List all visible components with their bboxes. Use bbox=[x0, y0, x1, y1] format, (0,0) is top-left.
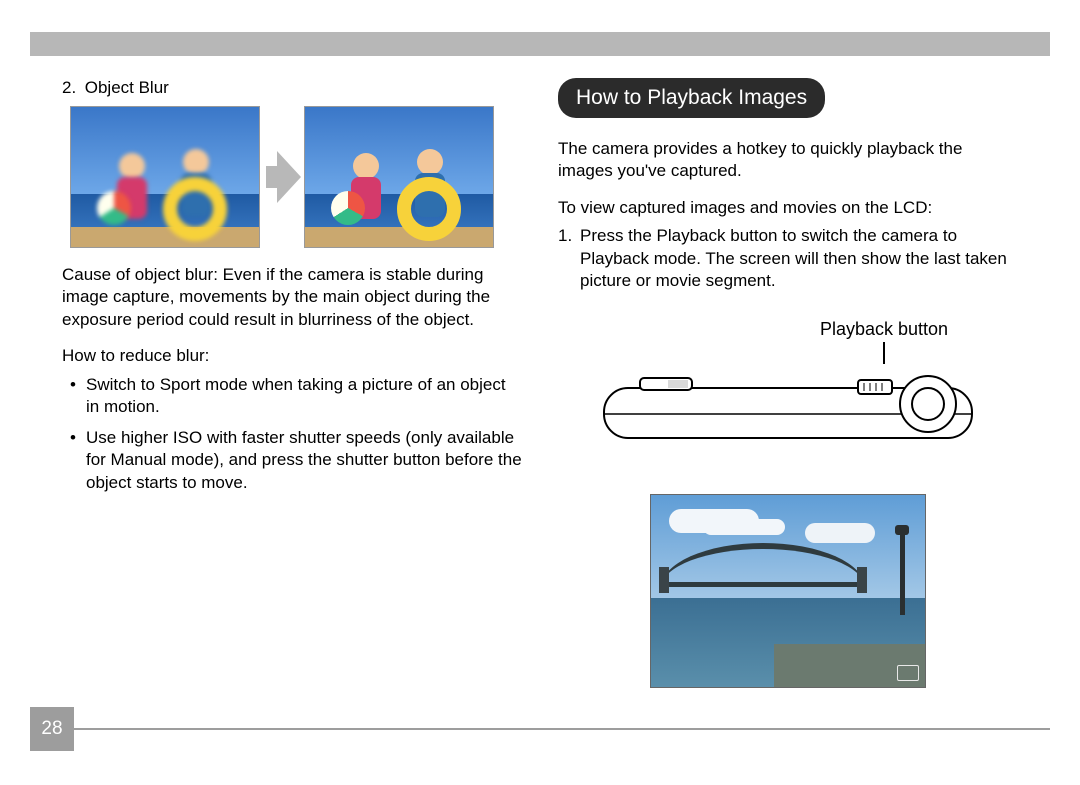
header-bar bbox=[30, 32, 1050, 56]
right-column: How to Playback Images The camera provid… bbox=[558, 78, 1018, 730]
list-item: Switch to Sport mode when taking a pictu… bbox=[86, 374, 522, 419]
playback-intro: The camera provides a hotkey to quickly … bbox=[558, 138, 1018, 183]
left-column: 2. Object Blur Cause of object blur: Eve… bbox=[62, 78, 522, 730]
step-number: 1. bbox=[558, 225, 572, 247]
camera-top-view-icon bbox=[598, 364, 978, 460]
list-item-object-blur: 2. Object Blur bbox=[62, 78, 522, 98]
example-photo-row bbox=[70, 106, 522, 248]
playback-instructions-lead: To view captured images and movies on th… bbox=[558, 197, 1018, 219]
reduce-blur-heading: How to reduce blur: bbox=[62, 345, 522, 367]
list-item: 1. Press the Playback button to switch t… bbox=[580, 225, 1018, 292]
callout-line bbox=[883, 342, 885, 364]
callout-label-playback-button: Playback button bbox=[654, 319, 1080, 340]
list-item: Use higher ISO with faster shutter speed… bbox=[86, 427, 522, 494]
item-number: 2. bbox=[62, 78, 80, 98]
cause-paragraph: Cause of object blur: Even if the camera… bbox=[62, 264, 522, 331]
section-heading-playback: How to Playback Images bbox=[558, 78, 825, 118]
step-text: Press the Playback button to switch the … bbox=[580, 226, 1007, 290]
footer-rule bbox=[74, 728, 1050, 730]
transition-arrow-icon bbox=[266, 151, 298, 203]
page-number: 28 bbox=[30, 707, 74, 751]
sample-playback-photo bbox=[650, 494, 926, 688]
example-photo-blurry bbox=[70, 106, 260, 248]
page-content: 2. Object Blur Cause of object blur: Eve… bbox=[62, 78, 1018, 730]
playback-steps: 1. Press the Playback button to switch t… bbox=[558, 225, 1018, 292]
item-title: Object Blur bbox=[85, 78, 169, 97]
example-photo-sharp bbox=[304, 106, 494, 248]
camera-diagram: Playback button bbox=[558, 319, 1018, 460]
reduce-blur-list: Switch to Sport mode when taking a pictu… bbox=[62, 374, 522, 494]
overlay-image-icon bbox=[897, 665, 919, 681]
